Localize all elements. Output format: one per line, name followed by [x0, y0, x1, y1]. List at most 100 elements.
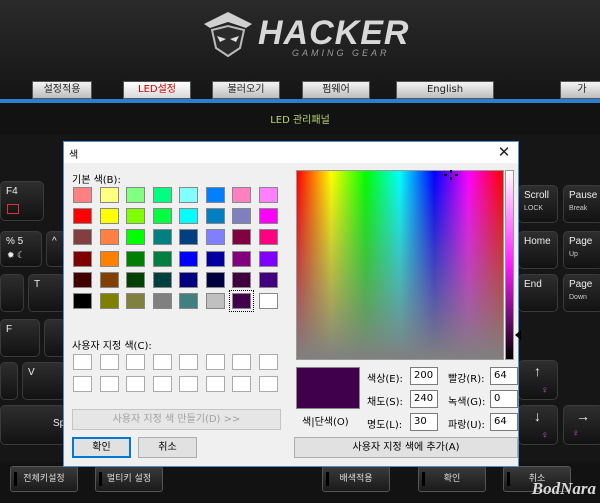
basic-color-swatch[interactable]: [258, 250, 278, 267]
basic-color-swatch[interactable]: [73, 250, 92, 267]
basic-color-swatch[interactable]: [152, 271, 172, 288]
basic-color-swatch[interactable]: [73, 187, 92, 203]
basic-color-swatch[interactable]: [99, 208, 119, 225]
multi-key-settings-button[interactable]: 멀티키 설정: [95, 466, 163, 492]
custom-color-swatch[interactable]: [152, 354, 172, 370]
key-f4[interactable]: F4: [0, 181, 44, 221]
green-field[interactable]: 0: [490, 390, 518, 408]
basic-color-swatch[interactable]: [258, 229, 278, 246]
custom-color-swatch[interactable]: [179, 375, 198, 392]
basic-color-swatch[interactable]: [73, 271, 92, 288]
cancel-button[interactable]: 취소: [138, 437, 197, 458]
custom-color-swatch[interactable]: [258, 354, 278, 370]
basic-color-swatch[interactable]: [126, 271, 145, 288]
basic-color-swatch[interactable]: [232, 187, 251, 203]
key-scroll-lock[interactable]: Scroll LOCK: [518, 185, 558, 223]
custom-color-swatch[interactable]: [205, 375, 225, 392]
key-r[interactable]: [0, 274, 24, 312]
basic-color-swatch[interactable]: [99, 293, 119, 309]
all-keys-settings-button[interactable]: 전체키설정: [10, 466, 78, 492]
basic-color-swatch[interactable]: [152, 229, 172, 246]
key-f[interactable]: F: [0, 319, 40, 357]
key-home[interactable]: Home: [518, 231, 558, 269]
basic-color-swatch[interactable]: [179, 293, 198, 309]
basic-color-swatch[interactable]: [152, 293, 172, 309]
key-arrow-down[interactable]: ↓ ♀: [518, 405, 558, 445]
basic-color-swatch[interactable]: [126, 250, 145, 267]
key-arrow-right[interactable]: → ♀: [563, 405, 600, 445]
basic-color-swatch[interactable]: [205, 208, 225, 225]
basic-color-swatch[interactable]: [232, 271, 251, 288]
tab-extra[interactable]: 가: [560, 81, 600, 99]
basic-color-swatch[interactable]: [232, 250, 251, 267]
tab-english[interactable]: English: [396, 81, 494, 99]
custom-color-swatch[interactable]: [73, 375, 92, 392]
basic-color-swatch[interactable]: [205, 250, 225, 267]
bottom-ok-button[interactable]: 확인: [418, 466, 486, 492]
key-5[interactable]: % 5 ✹ ☾: [0, 231, 42, 267]
basic-color-swatch[interactable]: [73, 229, 92, 246]
custom-color-swatch[interactable]: [152, 375, 172, 392]
key-page-down[interactable]: Page Down: [563, 274, 600, 312]
tab-apply-settings[interactable]: 설정적용: [32, 81, 92, 99]
luminance-slider[interactable]: [505, 170, 514, 360]
basic-color-swatch[interactable]: [205, 187, 225, 203]
basic-color-swatch[interactable]: [126, 229, 145, 246]
key-space[interactable]: Sp: [0, 405, 66, 445]
basic-color-swatch[interactable]: [258, 271, 278, 288]
basic-color-swatch[interactable]: [205, 229, 225, 246]
basic-color-swatch[interactable]: [73, 208, 92, 225]
basic-color-swatch[interactable]: [205, 271, 225, 288]
basic-color-swatch[interactable]: [205, 293, 225, 309]
basic-color-swatch[interactable]: [152, 187, 172, 203]
key-arrow-up[interactable]: ↑ ♀: [518, 360, 558, 400]
basic-color-swatch[interactable]: [258, 208, 278, 225]
blue-field[interactable]: 64: [490, 413, 518, 431]
custom-color-swatch[interactable]: [258, 375, 278, 392]
custom-color-swatch[interactable]: [73, 354, 92, 370]
basic-color-swatch[interactable]: [73, 293, 92, 309]
key-end[interactable]: End: [518, 274, 558, 312]
basic-color-swatch[interactable]: [99, 229, 119, 246]
basic-color-swatch[interactable]: [258, 187, 278, 203]
key-page-up[interactable]: Page Up: [563, 231, 600, 269]
basic-color-swatch[interactable]: [179, 250, 198, 267]
tab-led-settings[interactable]: LED설정: [123, 81, 191, 99]
basic-color-swatch[interactable]: [152, 250, 172, 267]
add-to-custom-colors-button[interactable]: 사용자 지정 색에 추가(A): [294, 437, 518, 458]
custom-color-swatch[interactable]: [232, 354, 251, 370]
key-t[interactable]: T: [28, 274, 66, 312]
basic-color-swatch[interactable]: [258, 293, 278, 309]
custom-color-swatch[interactable]: [99, 375, 119, 392]
basic-color-swatch[interactable]: [126, 208, 145, 225]
hue-field[interactable]: 200: [410, 367, 438, 385]
red-field[interactable]: 64: [490, 367, 518, 385]
custom-color-swatch[interactable]: [232, 375, 251, 392]
basic-color-swatch[interactable]: [179, 271, 198, 288]
tab-firmware[interactable]: 펌웨어: [302, 81, 370, 99]
luminance-field[interactable]: 30: [410, 413, 438, 431]
basic-color-swatch[interactable]: [232, 229, 251, 246]
basic-color-swatch[interactable]: [179, 208, 198, 225]
basic-color-swatch[interactable]: [99, 187, 119, 203]
key-c[interactable]: [0, 362, 18, 400]
custom-color-swatch[interactable]: [126, 354, 145, 370]
ok-button[interactable]: 확인: [72, 437, 131, 458]
saturation-field[interactable]: 240: [410, 390, 438, 408]
key-v[interactable]: V: [22, 362, 66, 400]
basic-color-swatch[interactable]: [152, 208, 172, 225]
basic-color-swatch[interactable]: [179, 187, 198, 203]
basic-color-swatch[interactable]: [126, 187, 145, 203]
custom-color-swatch[interactable]: [179, 354, 198, 370]
apply-color-button[interactable]: 배색적용: [322, 466, 390, 492]
color-spectrum[interactable]: [296, 170, 504, 360]
custom-color-swatch[interactable]: [126, 375, 145, 392]
define-custom-colors-button[interactable]: 사용자 지정 색 만들기(D) >>: [72, 409, 281, 430]
close-icon[interactable]: ✕: [496, 144, 512, 160]
basic-color-swatch[interactable]: [179, 229, 198, 246]
basic-color-swatch[interactable]: [126, 293, 145, 309]
luminance-arrow-icon[interactable]: [515, 330, 521, 340]
basic-color-swatch[interactable]: [99, 250, 119, 267]
custom-color-swatch[interactable]: [99, 354, 119, 370]
basic-color-swatch[interactable]: [99, 271, 119, 288]
